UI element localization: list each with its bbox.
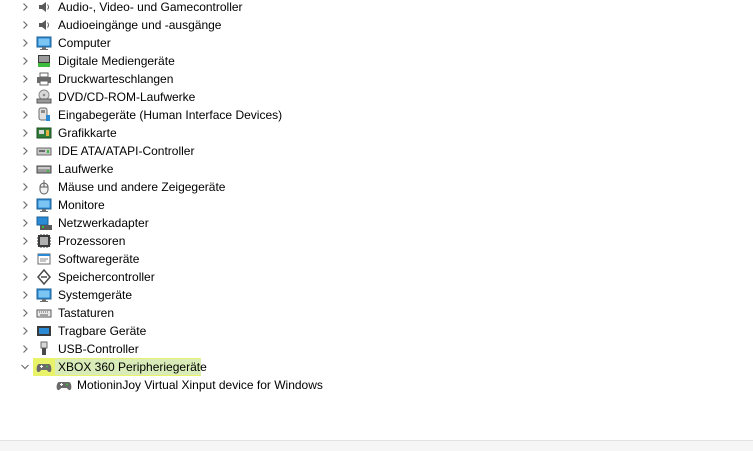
tree-category-item[interactable]: Tastaturen [0,304,753,322]
tree-item-label: IDE ATA/ATAPI-Controller [58,144,195,158]
tree-item-label: Tastaturen [58,306,115,320]
tree-item-label: Softwaregeräte [58,252,140,266]
tree-item-label: DVD/CD-ROM-Laufwerke [58,90,196,104]
network-adapter-icon [36,215,52,231]
tree-category-item[interactable]: Monitore [0,196,753,214]
tree-category-item[interactable]: Softwaregeräte [0,250,753,268]
chevron-right-icon[interactable] [18,196,32,214]
tree-category-item[interactable]: USB-Controller [0,340,753,358]
chevron-down-icon[interactable] [18,358,32,376]
tree-item-label: Systemgeräte [58,288,133,302]
software-device-icon [36,251,52,267]
chevron-right-icon[interactable] [18,214,32,232]
tree-category-item[interactable]: Digitale Mediengeräte [0,52,753,70]
tree-item-label: Prozessoren [58,234,126,248]
chevron-right-icon[interactable] [18,322,32,340]
tree-category-item[interactable]: XBOX 360 Peripheriegeräte [0,358,753,376]
tree-category-item[interactable]: Eingabegeräte (Human Interface Devices) [0,106,753,124]
portable-device-icon [36,323,52,339]
tree-category-item[interactable]: Prozessoren [0,232,753,250]
tree-item-label: Grafikkarte [58,126,117,140]
tree-item-label: USB-Controller [58,342,139,356]
hid-icon [36,107,52,123]
storage-controller-icon [36,269,52,285]
chevron-right-icon[interactable] [18,340,32,358]
monitor-icon [36,287,52,303]
gamepad-icon [56,377,72,393]
tree-item-label: Netzwerkadapter [58,216,149,230]
chevron-right-icon[interactable] [18,250,32,268]
chevron-right-icon[interactable] [18,286,32,304]
media-device-icon [36,53,52,69]
chevron-right-icon[interactable] [18,70,32,88]
chevron-right-icon[interactable] [18,124,32,142]
chevron-right-icon[interactable] [18,232,32,250]
chevron-right-icon[interactable] [18,0,32,16]
tree-item-label: Druckwarteschlangen [58,72,174,86]
speaker-icon [36,0,52,15]
chevron-right-icon[interactable] [18,178,32,196]
device-tree[interactable]: Audio-, Video- und Gamecontroller Audioei… [0,0,753,394]
tree-item-label: MotioninJoy Virtual Xinput device for Wi… [77,378,323,392]
tree-category-item[interactable]: Grafikkarte [0,124,753,142]
tree-item-label: Mäuse und andere Zeigegeräte [58,180,226,194]
chevron-right-icon[interactable] [18,268,32,286]
graphics-card-icon [36,125,52,141]
tree-item-label: Laufwerke [58,162,114,176]
chevron-right-icon[interactable] [18,34,32,52]
tree-category-item[interactable]: Computer [0,34,753,52]
chevron-right-icon[interactable] [18,304,32,322]
chevron-right-icon[interactable] [18,106,32,124]
chevron-right-icon[interactable] [18,52,32,70]
chevron-right-icon[interactable] [18,160,32,178]
status-bar [0,441,753,451]
tree-category-item[interactable]: Laufwerke [0,160,753,178]
tree-category-item[interactable]: Netzwerkadapter [0,214,753,232]
chevron-right-icon[interactable] [18,142,32,160]
tree-item-label: Audio-, Video- und Gamecontroller [58,0,243,14]
chevron-right-icon[interactable] [18,16,32,34]
tree-category-item[interactable]: Systemgeräte [0,286,753,304]
tree-category-item[interactable]: Druckwarteschlangen [0,70,753,88]
tree-item-label: Eingabegeräte (Human Interface Devices) [58,108,283,122]
printer-icon [36,71,52,87]
gamepad-icon [36,359,52,375]
mouse-icon [36,179,52,195]
tree-item-label: Digitale Mediengeräte [58,54,175,68]
keyboard-icon [36,305,52,321]
tree-category-item[interactable]: Speichercontroller [0,268,753,286]
disc-drive-icon [36,89,52,105]
drive-icon [36,161,52,177]
tree-category-item[interactable]: Tragbare Geräte [0,322,753,340]
tree-child-item[interactable]: MotioninJoy Virtual Xinput device for Wi… [0,376,753,394]
ide-controller-icon [36,143,52,159]
tree-item-label: Monitore [58,198,105,212]
tree-item-label: Tragbare Geräte [58,324,147,338]
tree-item-label: Computer [58,36,111,50]
tree-item-label: XBOX 360 Peripheriegeräte [58,360,207,374]
tree-item-label: Speichercontroller [58,270,155,284]
monitor-icon [36,197,52,213]
tree-item-label: Audioeingänge und -ausgänge [58,18,222,32]
tree-category-item[interactable]: Mäuse und andere Zeigegeräte [0,178,753,196]
chevron-right-icon[interactable] [18,88,32,106]
tree-category-item[interactable]: Audio-, Video- und Gamecontroller [0,0,753,16]
processor-icon [36,233,52,249]
tree-category-item[interactable]: Audioeingänge und -ausgänge [0,16,753,34]
monitor-icon [36,35,52,51]
speaker-icon [36,17,52,33]
tree-category-item[interactable]: DVD/CD-ROM-Laufwerke [0,88,753,106]
usb-icon [36,341,52,357]
tree-category-item[interactable]: IDE ATA/ATAPI-Controller [0,142,753,160]
